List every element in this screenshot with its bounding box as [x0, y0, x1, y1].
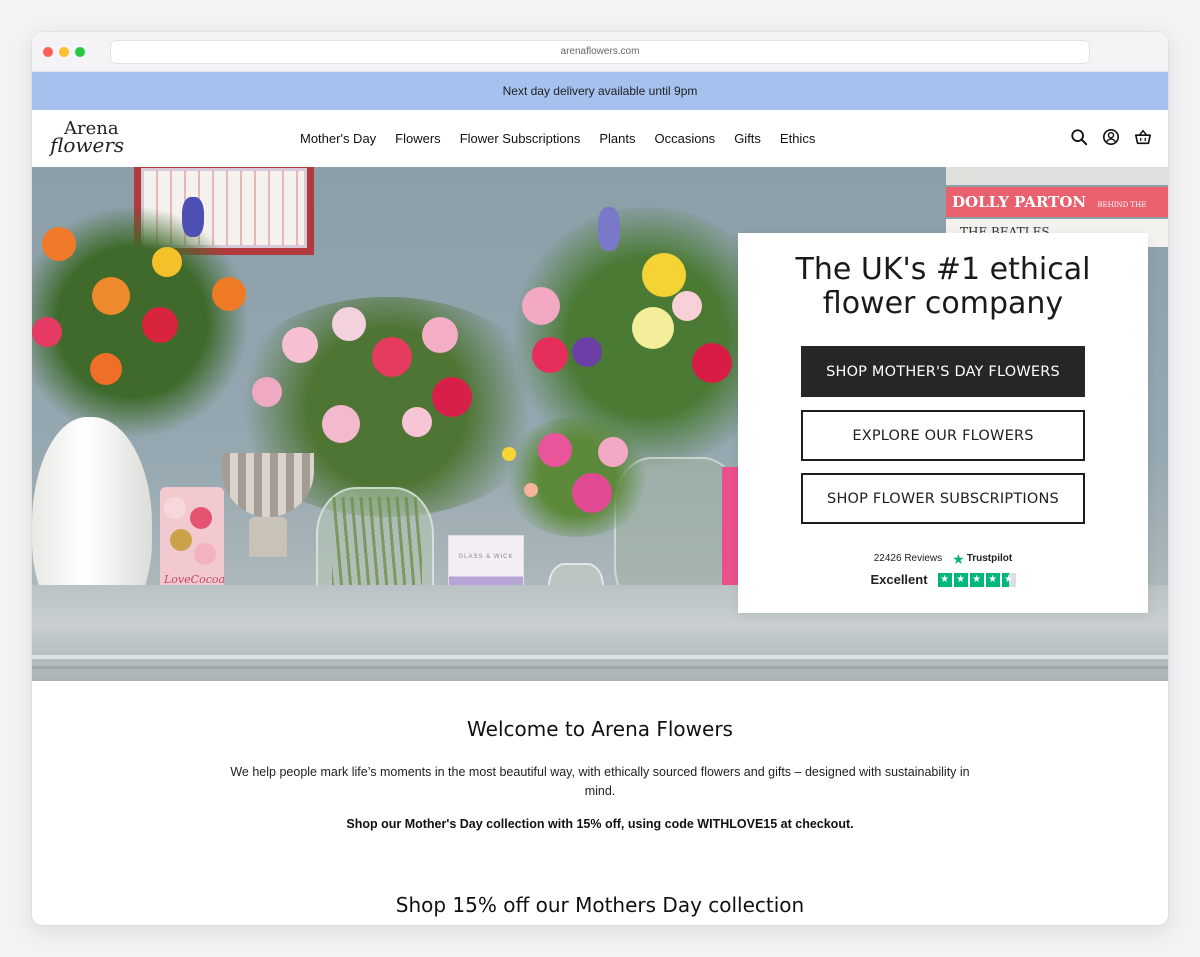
shop-mothers-day-button[interactable]: SHOP MOTHER'S DAY FLOWERS [801, 346, 1085, 397]
nav-occasions[interactable]: Occasions [654, 131, 715, 146]
welcome-title: Welcome to Arena Flowers [467, 717, 733, 741]
striped-bowl [222, 453, 314, 565]
shop-subscriptions-button[interactable]: SHOP FLOWER SUBSCRIPTIONS [801, 473, 1085, 524]
book-title: DOLLY PARTON BEHIND THE SEAMS [946, 187, 1168, 227]
hero-title: The UK's #1 ethical flower company [795, 252, 1091, 321]
trustpilot-logo: ★ Trustpilot [952, 550, 1013, 567]
nav-flowers[interactable]: Flowers [395, 131, 441, 146]
rating-text: Excellent [870, 572, 928, 587]
site-header: Arena flowers Mother's Day Flowers Flowe… [32, 110, 1168, 167]
star-icon: ★ [937, 572, 952, 587]
nav-plants[interactable]: Plants [599, 131, 635, 146]
trustpilot-star-icon: ★ [952, 550, 965, 567]
star-icon: ★ [953, 572, 968, 587]
browser-chrome: arenaflowers.com [32, 32, 1168, 72]
nav-flower-subscriptions[interactable]: Flower Subscriptions [460, 131, 581, 146]
trustpilot-widget[interactable]: 22426 Reviews ★ Trustpilot Excellent ★ ★… [738, 550, 1148, 587]
account-icon[interactable] [1102, 128, 1120, 146]
search-icon[interactable] [1070, 128, 1088, 146]
welcome-description: We help people mark life’s moments in th… [230, 765, 970, 798]
review-count: 22426 Reviews [873, 553, 943, 564]
nav-gifts[interactable]: Gifts [734, 131, 761, 146]
delivery-banner: Next day delivery available until 9pm [32, 72, 1168, 110]
address-bar[interactable]: arenaflowers.com [110, 40, 1090, 64]
welcome-section: Welcome to Arena Flowers We help people … [32, 681, 1168, 917]
collection-title: Shop 15% off our Mothers Day collection [395, 893, 805, 917]
maximize-window-button[interactable] [75, 47, 85, 57]
star-rating: ★ ★ ★ ★ ★ [937, 572, 1016, 587]
browser-window: arenaflowers.com Next day delivery avail… [32, 32, 1168, 925]
minimize-window-button[interactable] [59, 47, 69, 57]
stems [332, 497, 422, 597]
star-icon: ★ [969, 572, 984, 587]
main-nav: Mother's Day Flowers Flower Subscription… [300, 110, 815, 167]
arena-flowers-logo[interactable]: Arena flowers [50, 120, 130, 160]
explore-flowers-button[interactable]: EXPLORE OUR FLOWERS [801, 410, 1085, 461]
header-icons [1070, 128, 1152, 146]
half-star-icon: ★ [1001, 572, 1016, 587]
nav-ethics[interactable]: Ethics [780, 131, 815, 146]
basket-icon[interactable] [1134, 128, 1152, 146]
hero-cta-card: The UK's #1 ethical flower company SHOP … [738, 233, 1148, 613]
close-window-button[interactable] [43, 47, 53, 57]
star-icon: ★ [985, 572, 1000, 587]
nav-mothers-day[interactable]: Mother's Day [300, 131, 376, 146]
promo-code-text: Shop our Mother's Day collection with 15… [346, 817, 854, 831]
logo-line-flowers: flowers [50, 133, 125, 157]
hero-banner: DOLLY PARTON BEHIND THE SEAMS THE BEATLE… [32, 167, 1168, 681]
